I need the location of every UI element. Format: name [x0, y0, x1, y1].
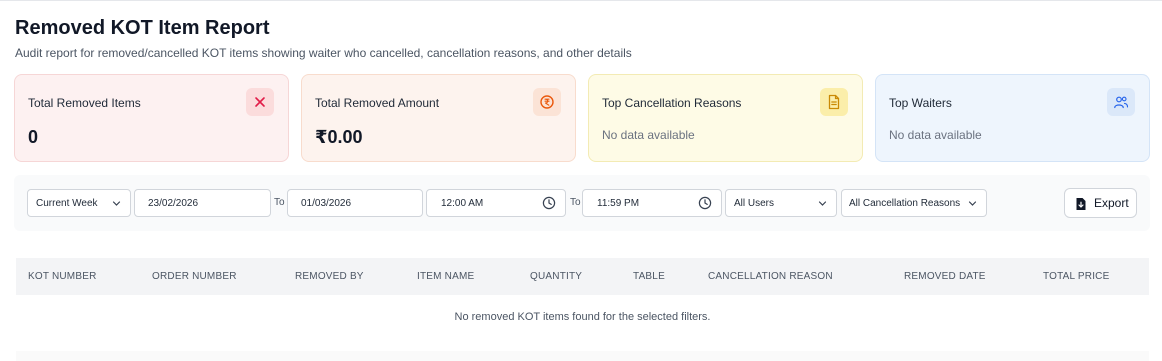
card-total-removed-items: Total Removed Items 0: [14, 74, 289, 162]
chevron-down-icon: [818, 201, 827, 206]
column-header-table: TABLE: [633, 271, 665, 282]
export-label: Export: [1094, 196, 1129, 210]
x-icon: [246, 88, 274, 116]
end-time-input[interactable]: 11:59 PM: [582, 189, 722, 217]
card-value: ₹0.00: [315, 127, 363, 147]
end-time-value: 11:59 PM: [597, 197, 640, 209]
to-label: To: [570, 197, 581, 208]
document-icon: [820, 88, 848, 116]
cancellation-reason-select[interactable]: All Cancellation Reasons: [841, 189, 987, 217]
column-header-total-price: TOTAL PRICE: [1043, 271, 1110, 282]
chevron-down-icon: [968, 201, 977, 206]
column-header-item-name: ITEM NAME: [417, 271, 475, 282]
card-title: Top Cancellation Reasons: [602, 96, 742, 110]
card-title: Total Removed Amount: [315, 96, 440, 110]
to-label: To: [274, 197, 285, 208]
card-top-waiters: Top Waiters No data available: [875, 74, 1150, 162]
start-date-input[interactable]: 23/02/2026: [134, 189, 271, 217]
clock-icon[interactable]: [698, 196, 712, 210]
column-header-removed-by: REMOVED BY: [295, 271, 364, 282]
empty-state-message: No removed KOT items found for the selec…: [454, 311, 711, 323]
start-time-input[interactable]: 12:00 AM: [426, 189, 566, 217]
card-value: 0: [28, 127, 39, 147]
export-button[interactable]: Export: [1064, 188, 1137, 218]
card-empty-text: No data available: [889, 128, 982, 142]
filter-bar: Current Week 23/02/2026 To 01/03/2026 12…: [14, 175, 1150, 231]
card-top-cancellation-reasons: Top Cancellation Reasons No data availab…: [588, 74, 863, 162]
table-header: KOT NUMBER ORDER NUMBER REMOVED BY ITEM …: [16, 258, 1149, 295]
chevron-down-icon: [112, 201, 121, 206]
card-total-removed-amount: Total Removed Amount ₹0.00: [301, 74, 576, 162]
card-empty-text: No data available: [602, 128, 695, 142]
period-select-value: Current Week: [36, 197, 98, 209]
user-select[interactable]: All Users: [725, 189, 837, 217]
page-title: Removed KOT Item Report: [15, 17, 270, 39]
start-time-value: 12:00 AM: [441, 197, 484, 209]
column-header-kot-number: KOT NUMBER: [28, 271, 97, 282]
column-header-quantity: QUANTITY: [530, 271, 583, 282]
end-date-value: 01/03/2026: [301, 197, 352, 209]
card-title: Total Removed Items: [28, 96, 141, 110]
column-header-removed-date: REMOVED DATE: [904, 271, 986, 282]
download-file-icon: [1076, 198, 1086, 210]
users-icon: [1107, 88, 1135, 116]
end-date-input[interactable]: 01/03/2026: [287, 189, 423, 217]
rupee-coin-icon: [533, 88, 561, 116]
clock-icon[interactable]: [542, 196, 556, 210]
removed-items-table: KOT NUMBER ORDER NUMBER REMOVED BY ITEM …: [16, 258, 1149, 361]
cancellation-reason-select-value: All Cancellation Reasons: [849, 197, 961, 209]
column-header-cancellation-reason: CANCELLATION REASON: [708, 271, 833, 282]
table-empty-row: No removed KOT items found for the selec…: [16, 295, 1149, 351]
start-date-value: 23/02/2026: [148, 197, 199, 209]
user-select-value: All Users: [734, 197, 775, 209]
page-subtitle: Audit report for removed/cancelled KOT i…: [15, 46, 632, 60]
column-header-order-number: ORDER NUMBER: [152, 271, 237, 282]
period-select[interactable]: Current Week: [27, 189, 131, 217]
card-title: Top Waiters: [889, 96, 952, 110]
